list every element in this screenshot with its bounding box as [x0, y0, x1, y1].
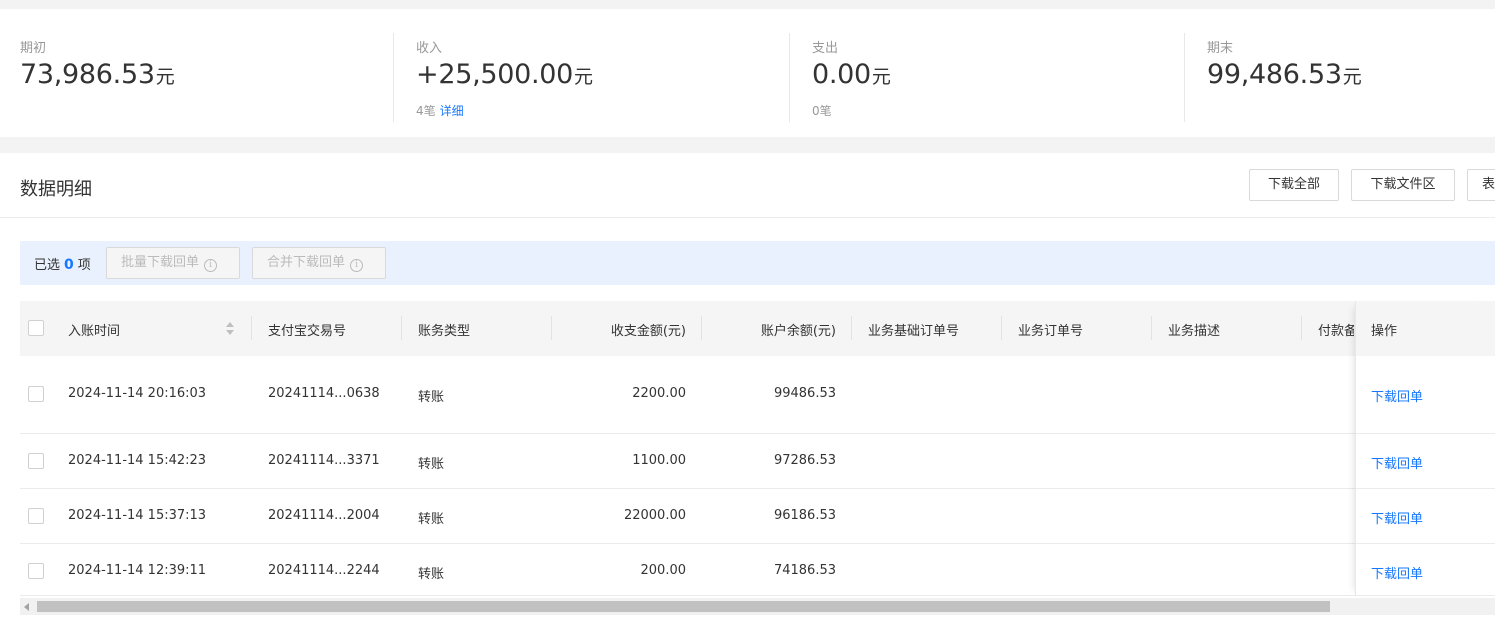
download-all-button[interactable]: 下载全部	[1249, 169, 1339, 201]
cell-balance: 74186.53	[773, 563, 836, 578]
download-files-button[interactable]: 下载文件区	[1351, 169, 1455, 201]
download-receipt-link[interactable]: 下载回单	[1371, 386, 1423, 405]
horizontal-scrollbar[interactable]	[20, 598, 1495, 615]
cell-type: 转账	[418, 512, 445, 527]
cell-balance: 97286.53	[773, 453, 836, 468]
batch-download-button[interactable]: 批量下载回单 i	[106, 247, 240, 279]
stat-sub: 0笔	[812, 102, 832, 119]
info-icon: i	[350, 259, 364, 272]
cell-amount: 1100.00	[632, 453, 686, 468]
divider	[393, 33, 394, 122]
selection-bar: 已选 0 项 批量下载回单 i 合并下载回单 i	[20, 241, 1495, 285]
cell-type: 转账	[418, 390, 445, 405]
cell-trade-no: 20241114...2004	[268, 508, 380, 523]
cell-trade-no: 20241114...3371	[268, 453, 380, 468]
column-separator	[551, 316, 552, 340]
transactions-table: 入账时间 支付宝交易号 账务类型 收支金额(元) 账户余额(元) 业务基础订单号…	[20, 301, 1495, 596]
stat-amount: +25,500.00元	[416, 59, 593, 90]
cell-time: 2024-11-14 20:16:03	[68, 386, 207, 401]
cell-time: 2024-11-14 15:42:23	[68, 453, 207, 468]
column-separator	[251, 316, 252, 340]
cell-amount: 22000.00	[623, 508, 686, 523]
cell-amount: 200.00	[640, 563, 687, 578]
income-count: 4笔	[416, 104, 436, 118]
stat-amount: 0.00元	[812, 59, 891, 90]
amount-value: +25,500.00	[416, 59, 574, 90]
batch-download-label: 批量下载回单	[121, 255, 200, 270]
cell-trade-no: 20241114...2244	[268, 563, 380, 578]
row-checkbox[interactable]	[28, 386, 44, 402]
stat-label: 期初	[20, 41, 47, 56]
column-separator	[1151, 316, 1152, 340]
merge-download-button[interactable]: 合并下载回单 i	[252, 247, 386, 279]
selection-summary: 已选 0 项	[34, 254, 91, 273]
cell-type: 转账	[418, 567, 445, 582]
table-row: 2024-11-14 15:42:23 20241114...3371 转账 1…	[20, 434, 1495, 489]
select-all-checkbox[interactable]	[28, 320, 44, 336]
download-receipt-link[interactable]: 下载回单	[1371, 563, 1423, 582]
sort-icon[interactable]	[226, 322, 234, 336]
merge-download-label: 合并下载回单	[267, 255, 346, 270]
cell-time: 2024-11-14 15:37:13	[68, 508, 207, 523]
cell-balance: 96186.53	[773, 508, 836, 523]
table-row: 2024-11-14 15:37:13 20241114...2004 转账 2…	[20, 489, 1495, 544]
row-checkbox[interactable]	[28, 453, 44, 469]
col-desc: 业务描述	[1168, 324, 1221, 339]
col-balance: 账户余额(元)	[760, 324, 836, 339]
selection-prefix: 已选	[34, 258, 61, 273]
column-separator	[851, 316, 852, 340]
selection-count: 0	[64, 257, 74, 273]
table-row: 2024-11-14 12:39:11 20241114...2244 转账 2…	[20, 544, 1495, 596]
stat-amount: 99,486.53元	[1207, 59, 1362, 90]
amount-value: 73,986.53	[20, 59, 155, 90]
amount-unit: 元	[155, 66, 175, 88]
scroll-left-icon[interactable]	[24, 603, 29, 611]
stat-amount: 73,986.53元	[20, 59, 175, 90]
panel-title: 数据明细	[20, 179, 92, 200]
column-separator	[401, 316, 402, 340]
amount-value: 0.00	[812, 59, 871, 90]
table-header: 入账时间 支付宝交易号 账务类型 收支金额(元) 账户余额(元) 业务基础订单号…	[20, 301, 1495, 356]
col-trade-no: 支付宝交易号	[268, 324, 347, 339]
panel-header: 数据明细 下载全部 下载文件区 表	[0, 153, 1495, 218]
income-detail-link[interactable]: 详细	[440, 104, 464, 118]
summary-panel: 期初 73,986.53元 收入 +25,500.00元 4笔 详细 支出 0.0…	[0, 9, 1495, 137]
divider	[789, 33, 790, 122]
col-time: 入账时间	[68, 324, 121, 339]
row-checkbox[interactable]	[28, 508, 44, 524]
data-detail-panel: 数据明细 下载全部 下载文件区 表 已选 0 项 批量下载回单 i 合并下载回单 i 入…	[0, 153, 1495, 625]
info-icon: i	[204, 259, 218, 272]
stat-label: 期末	[1207, 41, 1234, 56]
column-separator	[1001, 316, 1002, 340]
row-checkbox[interactable]	[28, 563, 44, 579]
table-row: 2024-11-14 20:16:03 20241114...0638 转账 2…	[20, 356, 1495, 434]
amount-unit: 元	[574, 66, 594, 88]
selection-suffix: 项	[77, 258, 91, 273]
cell-amount: 2200.00	[632, 386, 686, 401]
stat-label: 收入	[416, 41, 443, 56]
divider	[1184, 33, 1185, 122]
col-amount: 收支金额(元)	[610, 324, 686, 339]
amount-unit: 元	[871, 66, 891, 88]
amount-value: 99,486.53	[1207, 59, 1342, 90]
column-separator	[701, 316, 702, 340]
stat-label: 支出	[812, 41, 839, 56]
column-separator	[1301, 316, 1302, 340]
col-type: 账务类型	[418, 324, 471, 339]
cell-trade-no: 20241114...0638	[268, 386, 380, 401]
amount-unit: 元	[1342, 66, 1362, 88]
cell-time: 2024-11-14 12:39:11	[68, 563, 207, 578]
stat-sub: 4笔 详细	[416, 102, 464, 119]
scrollbar-thumb[interactable]	[37, 601, 1330, 612]
cell-balance: 99486.53	[773, 386, 836, 401]
table-settings-button[interactable]: 表	[1467, 169, 1495, 201]
col-base-order: 业务基础订单号	[868, 324, 960, 339]
download-receipt-link[interactable]: 下载回单	[1371, 453, 1423, 472]
download-receipt-link[interactable]: 下载回单	[1371, 508, 1423, 527]
expense-count: 0笔	[812, 104, 832, 118]
col-remark: 付款备	[1318, 324, 1354, 339]
cell-type: 转账	[418, 457, 445, 472]
col-order: 业务订单号	[1018, 324, 1084, 339]
col-action: 操作	[1371, 324, 1398, 339]
